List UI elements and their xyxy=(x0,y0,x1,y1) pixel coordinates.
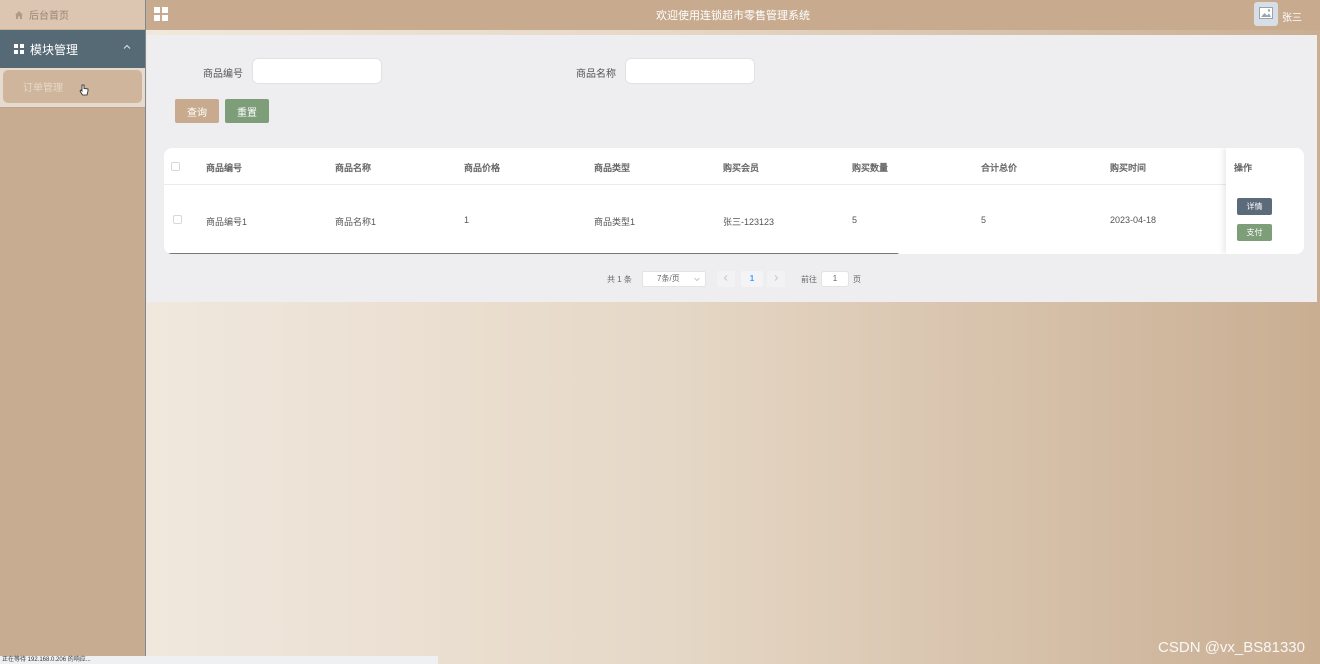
page-title: 欢迎使用连锁超市零售管理系统 xyxy=(656,10,810,22)
sidebar-item-module-management[interactable]: 模块管理 xyxy=(0,30,145,68)
pagination: 共 1 条 7条/页 1 前往 1 页 xyxy=(147,271,1317,287)
cell-member: 张三-123123 xyxy=(723,217,775,227)
menu-toggle-icon[interactable] xyxy=(154,7,169,22)
cell-product-price: 1 xyxy=(464,215,470,225)
browser-status-bar: 正在等待 192.168.0.206 的响应... xyxy=(0,656,438,664)
product-name-label: 商品名称 xyxy=(576,69,616,80)
watermark: CSDN @vx_BS81330 xyxy=(1158,639,1305,656)
next-page-button[interactable] xyxy=(767,271,785,287)
chevron-up-icon xyxy=(123,43,131,51)
column-header[interactable]: 商品编号 xyxy=(206,161,242,174)
page-size-select[interactable]: 7条/页 xyxy=(642,271,706,287)
sidebar-item-home[interactable]: 后台首页 xyxy=(0,0,145,30)
cell-product-code: 商品编号1 xyxy=(206,217,248,227)
cell-purchase-time: 2023-04-18 xyxy=(1110,215,1157,225)
column-header[interactable]: 购买时间 xyxy=(1110,161,1146,174)
hand-cursor-icon xyxy=(79,84,89,96)
sidebar-item-order-management[interactable]: 订单管理 xyxy=(3,70,142,103)
main-content: 商品编号 商品名称 查询 重置 商品编号 商品名称 商品价格 商品类型 购买会员… xyxy=(147,35,1317,302)
image-icon xyxy=(1259,6,1273,22)
product-code-input[interactable] xyxy=(252,58,382,84)
column-header[interactable]: 购买会员 xyxy=(723,161,759,174)
goto-page-input[interactable]: 1 xyxy=(821,271,849,287)
horizontal-scrollbar[interactable] xyxy=(167,253,899,254)
data-table: 商品编号 商品名称 商品价格 商品类型 购买会员 购买数量 合计总价 购买时间 … xyxy=(164,148,1304,254)
avatar[interactable] xyxy=(1254,2,1278,26)
column-header[interactable]: 购买数量 xyxy=(852,161,888,174)
reset-button[interactable]: 重置 xyxy=(225,99,269,123)
pay-button[interactable]: 支付 xyxy=(1237,224,1272,241)
page-size-value: 7条/页 xyxy=(657,274,680,283)
sidebar-sub-item-label: 订单管理 xyxy=(23,83,63,94)
cell-total-price: 5 xyxy=(981,215,987,225)
row-checkbox[interactable] xyxy=(173,215,182,224)
cell-product-name: 商品名称1 xyxy=(335,217,377,227)
search-form: 商品编号 商品名称 xyxy=(147,58,1317,84)
query-button[interactable]: 查询 xyxy=(175,99,219,123)
home-icon xyxy=(14,10,24,20)
column-header[interactable]: 商品类型 xyxy=(594,161,630,174)
pagination-total: 共 1 条 xyxy=(607,275,632,284)
sidebar-item-home-label: 后台首页 xyxy=(29,11,69,22)
cell-quantity: 5 xyxy=(852,215,858,225)
page-number-current[interactable]: 1 xyxy=(741,271,763,287)
product-name-input[interactable] xyxy=(625,58,755,84)
cell-product-type: 商品类型1 xyxy=(594,217,636,227)
top-header: 欢迎使用连锁超市零售管理系统 张三 xyxy=(146,0,1320,30)
column-header[interactable]: 合计总价 xyxy=(981,161,1017,174)
column-header[interactable]: 商品价格 xyxy=(464,161,500,174)
chevron-down-icon xyxy=(694,276,700,282)
sidebar-submenu: 订单管理 xyxy=(0,68,145,108)
product-code-label: 商品编号 xyxy=(203,69,243,80)
sidebar-item-module-label: 模块管理 xyxy=(30,42,79,57)
column-header[interactable]: 商品名称 xyxy=(335,161,371,174)
select-all-checkbox[interactable] xyxy=(171,162,180,171)
username[interactable]: 张三 xyxy=(1282,9,1302,24)
goto-suffix: 页 xyxy=(853,275,861,284)
grid-icon xyxy=(14,44,24,54)
detail-button[interactable]: 详情 xyxy=(1237,198,1272,215)
sidebar: 后台首页 模块管理 订单管理 xyxy=(0,0,146,664)
prev-page-button[interactable] xyxy=(717,271,735,287)
table-row: 商品编号1 商品名称1 1 商品类型1 张三-123123 5 5 2023-0… xyxy=(164,186,1304,250)
column-header-operation: 操作 xyxy=(1234,163,1253,173)
operation-column: 操作 详情 支付 xyxy=(1226,148,1304,254)
table-header: 商品编号 商品名称 商品价格 商品类型 购买会员 购买数量 合计总价 购买时间 xyxy=(164,148,1304,185)
goto-prefix: 前往 xyxy=(801,275,817,284)
